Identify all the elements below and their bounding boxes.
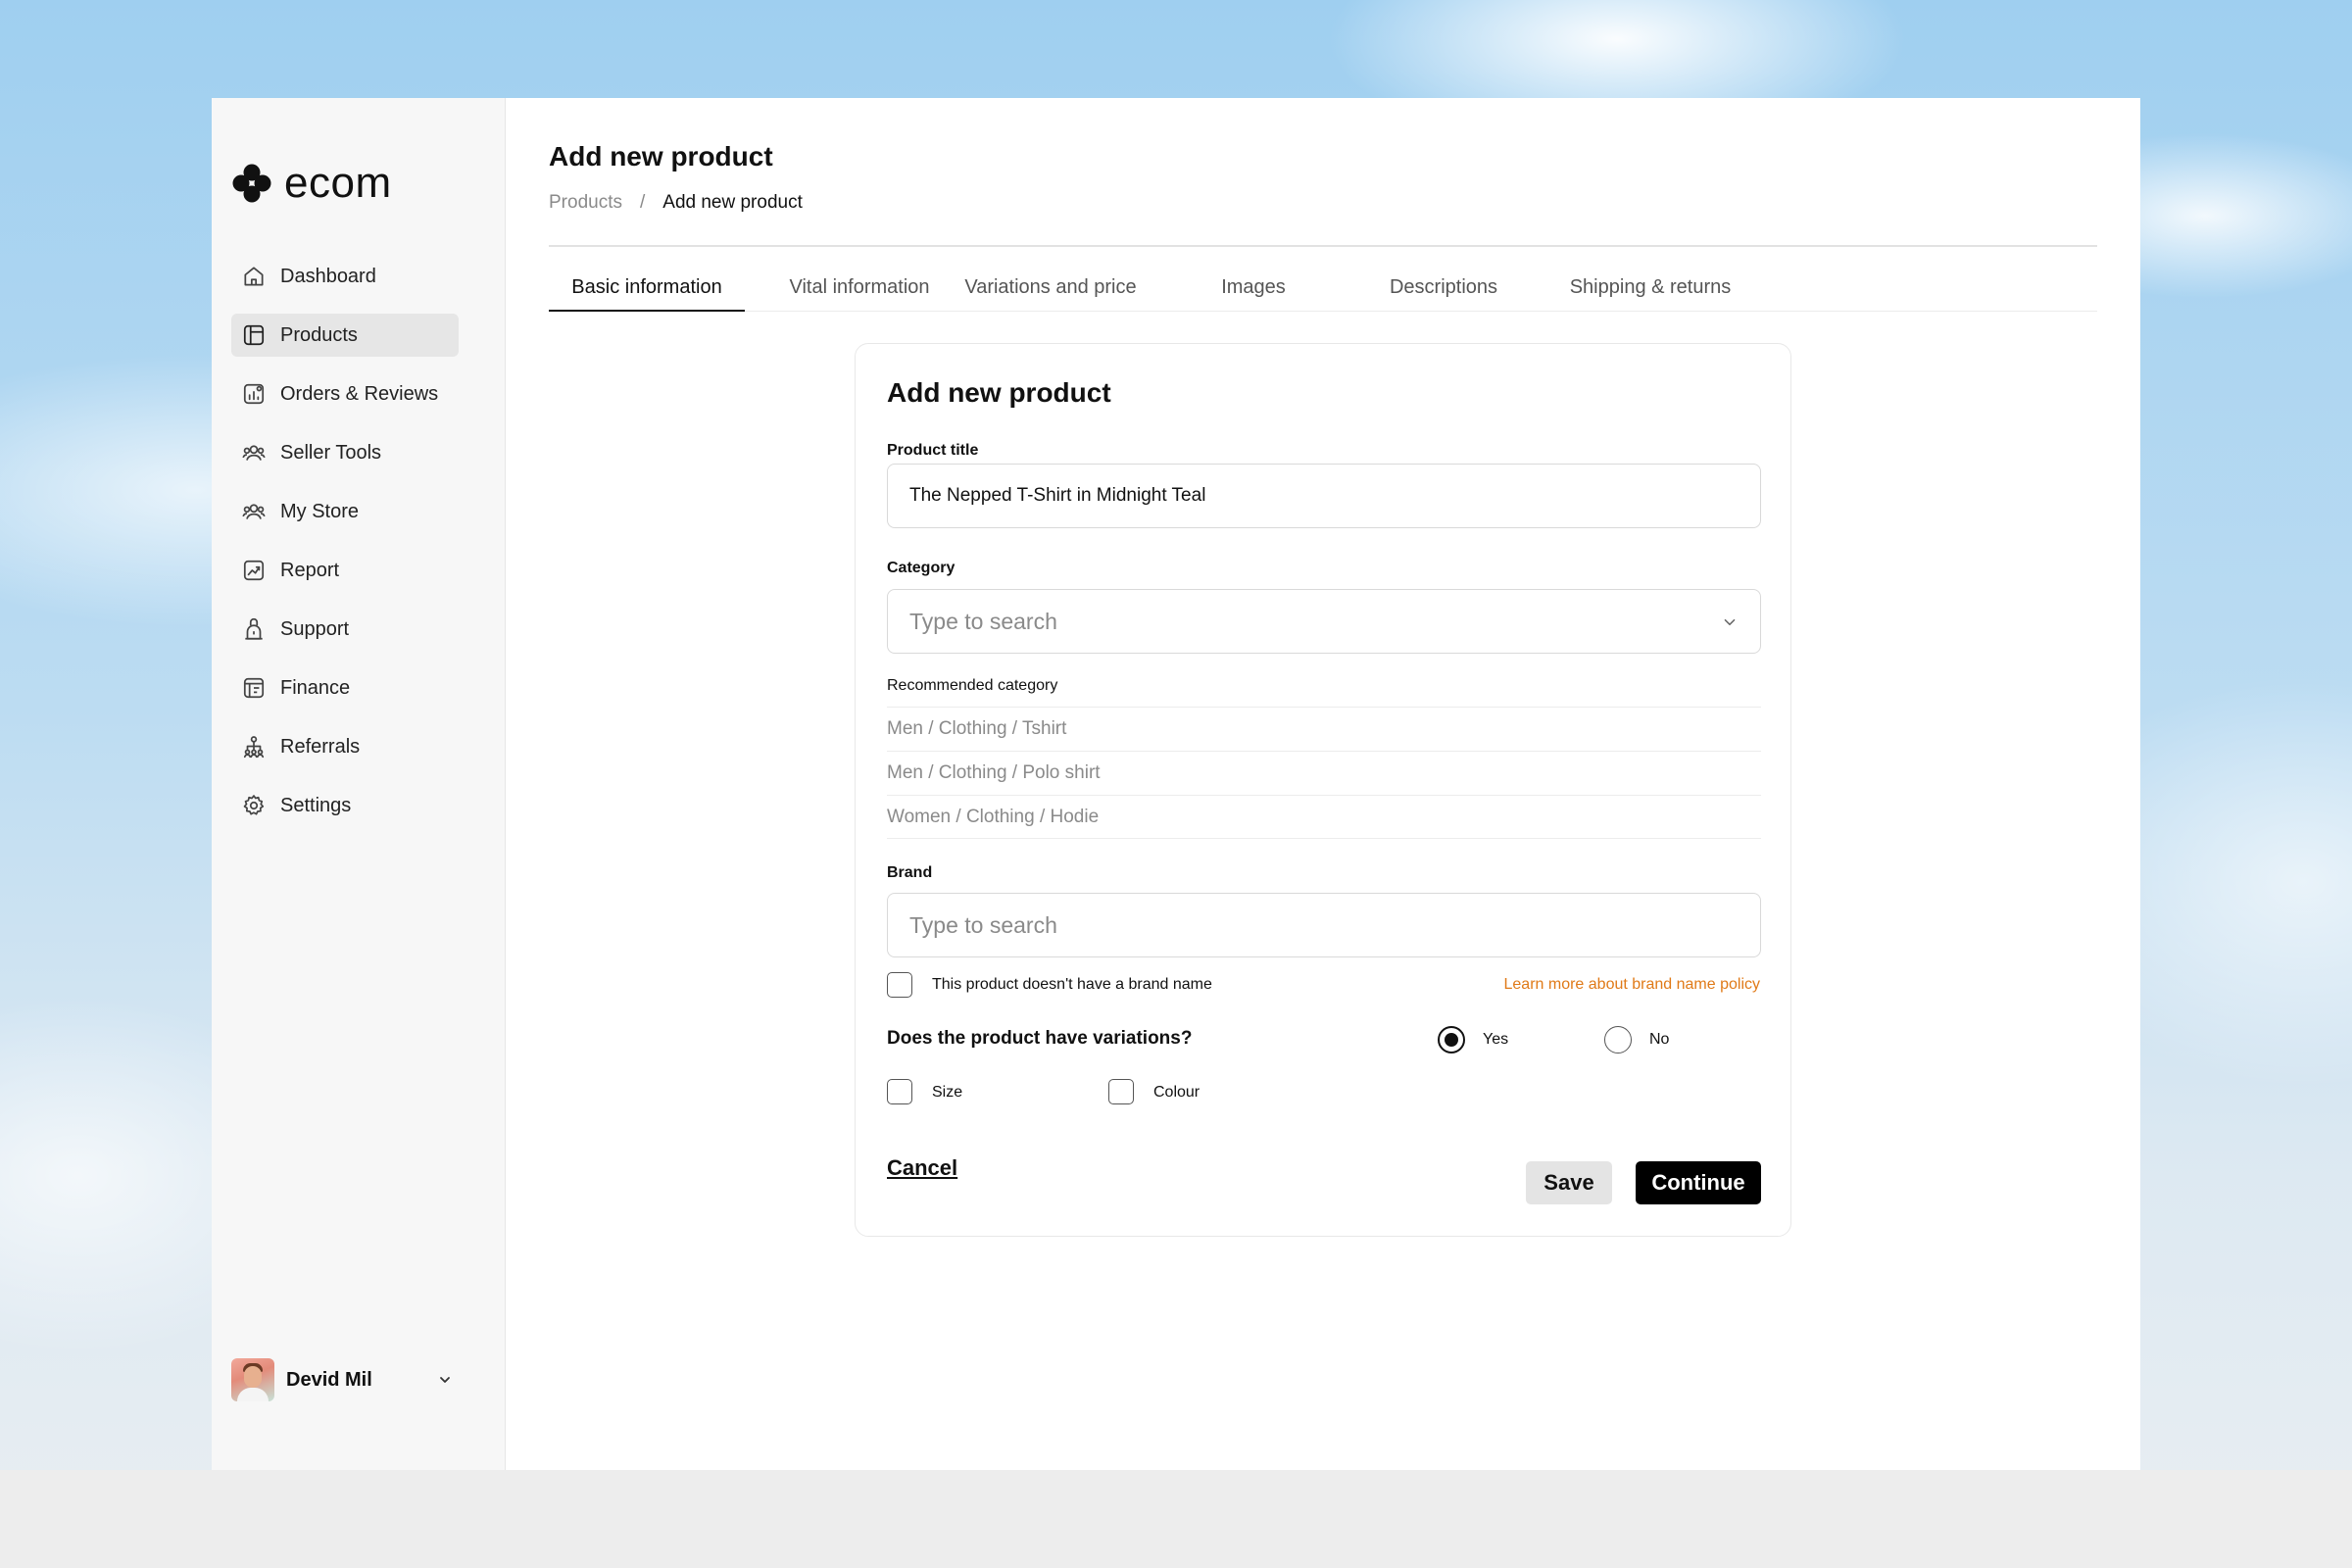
store-users-icon [242,504,266,519]
no-brand-label: This product doesn't have a brand name [932,976,1212,993]
sidebar-item-label: Support [280,617,350,640]
sidebar-item-label: Settings [280,794,352,816]
colour-label: Colour [1153,1084,1200,1101]
background-floor [0,1470,2352,1568]
clover-logo-icon [232,164,271,203]
tab-bar: Basic information Vital information Vari… [549,274,2097,312]
variations-no-radio[interactable] [1604,1026,1632,1054]
logo-text: ecom [284,159,392,207]
logo[interactable]: ecom [231,159,392,208]
product-title-input[interactable]: The Nepped T-Shirt in Midnight Teal [887,464,1761,528]
sidebar-item-referrals[interactable]: Referrals [231,725,459,768]
tab-descriptions[interactable]: Descriptions [1350,274,1537,312]
size-checkbox[interactable] [887,1079,912,1104]
recommended-category-label: Recommended category [887,677,1058,694]
variations-yes-radio[interactable] [1438,1026,1465,1054]
user-name: Devid Mil [286,1368,372,1391]
sidebar-item-my-store[interactable]: My Store [231,490,459,533]
header-divider [549,245,2097,247]
tab-shipping-returns[interactable]: Shipping & returns [1543,274,1758,312]
page-title: Add new product [549,141,773,172]
sidebar-item-label: Finance [280,676,351,699]
tab-images[interactable]: Images [1180,274,1327,312]
sidebar: ecom Dashboard Products Orders & Reviews… [212,98,506,1470]
sidebar-item-label: My Store [280,500,360,522]
product-title-label: Product title [887,442,979,459]
breadcrumb-separator: / [639,192,646,213]
category-select[interactable]: Type to search [887,589,1761,654]
product-icon [243,324,265,346]
tab-basic-information[interactable]: Basic information [549,274,745,312]
category-placeholder: Type to search [909,608,1057,634]
category-label: Category [887,560,956,576]
sidebar-item-label: Products [280,323,358,346]
sidebar-item-orders-reviews[interactable]: Orders & Reviews [231,372,459,416]
brand-label: Brand [887,864,933,881]
finance-icon [243,677,265,699]
sidebar-item-seller-tools[interactable]: Seller Tools [231,431,459,474]
sidebar-item-report[interactable]: Report [231,549,459,592]
referrals-icon [243,736,265,759]
breadcrumb-products-link[interactable]: Products [549,192,622,214]
chevron-down-icon [1724,618,1736,626]
list-item[interactable]: Women / Clothing / Hodie [887,795,1761,839]
add-product-card: Add new product Product title The Nepped… [855,343,1791,1237]
user-menu[interactable]: Devid Mil [231,1358,459,1401]
sidebar-item-settings[interactable]: Settings [231,784,459,827]
product-title-value: The Nepped T-Shirt in Midnight Teal [909,485,1206,506]
sidebar-item-label: Orders & Reviews [280,382,439,405]
app-window: ecom Dashboard Products Orders & Reviews… [212,98,2140,1470]
home-icon [244,267,264,286]
users-icon [242,445,266,461]
tab-vital-information[interactable]: Vital information [766,274,953,312]
sidebar-item-label: Seller Tools [280,441,382,464]
variations-yes-label: Yes [1483,1031,1509,1048]
chevron-down-icon [440,1377,450,1383]
brand-input[interactable]: Type to search [887,893,1761,957]
breadcrumb-current: Add new product [662,192,803,213]
sidebar-nav: Dashboard Products Orders & Reviews Sell… [231,255,459,843]
recommended-category-list: Men / Clothing / Tshirt Men / Clothing /… [887,707,1761,839]
sidebar-item-products[interactable]: Products [231,314,459,357]
support-icon [245,617,263,640]
variations-no-label: No [1649,1031,1670,1048]
sidebar-item-label: Dashboard [280,265,376,287]
main-content: Add new product Products / Add new produ… [506,98,2140,1470]
card-title: Add new product [887,377,1111,408]
sidebar-item-dashboard[interactable]: Dashboard [231,255,459,298]
gear-icon [243,795,265,815]
avatar [231,1358,274,1401]
breadcrumb: Products / Add new product [549,192,803,214]
sidebar-item-label: Referrals [280,735,361,758]
list-item[interactable]: Men / Clothing / Tshirt [887,707,1761,751]
save-button[interactable]: Save [1526,1161,1612,1204]
report-icon [243,560,265,581]
no-brand-checkbox[interactable] [887,972,912,998]
brand-placeholder: Type to search [909,911,1057,938]
sidebar-item-support[interactable]: Support [231,608,459,651]
list-item[interactable]: Men / Clothing / Polo shirt [887,751,1761,795]
tab-variations-and-price[interactable]: Variations and price [953,274,1149,312]
sidebar-item-finance[interactable]: Finance [231,666,459,710]
size-label: Size [932,1084,963,1101]
cancel-button[interactable]: Cancel [887,1155,957,1181]
brand-policy-link[interactable]: Learn more about brand name policy [1504,976,1761,994]
orders-icon [243,383,265,405]
sidebar-item-label: Report [280,559,340,581]
continue-button[interactable]: Continue [1636,1161,1761,1204]
colour-checkbox[interactable] [1108,1079,1134,1104]
variations-question: Does the product have variations? [887,1028,1193,1049]
